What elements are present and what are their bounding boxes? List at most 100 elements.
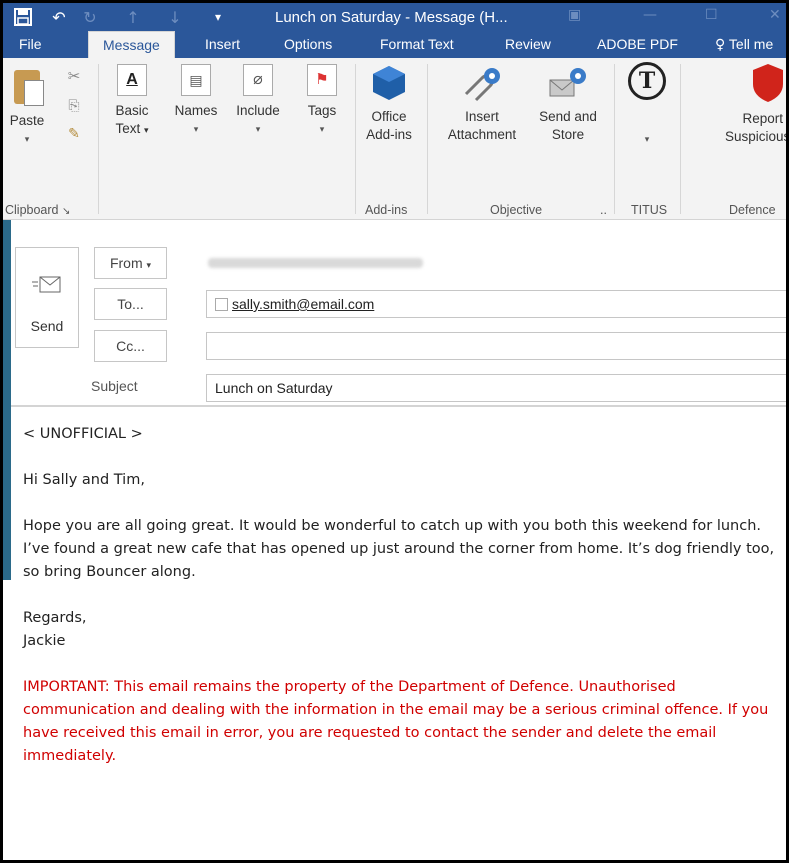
from-label: From (109, 255, 143, 271)
divider (614, 64, 615, 214)
lightbulb-icon: ♀ (715, 37, 726, 53)
send-and-store-button[interactable]: Send and Store (531, 64, 605, 144)
greeting: Hi Sally and Tim, (23, 472, 145, 488)
divider (98, 64, 99, 214)
dialog-launcher-icon[interactable]: .. (600, 203, 607, 217)
names-label: Names (174, 103, 218, 118)
insert-attachment-button[interactable]: Insert Attachment (435, 64, 529, 144)
minimize-icon[interactable]: — (643, 7, 657, 23)
tags-button[interactable]: ⚑ Tags ▾ (299, 64, 345, 138)
restore-icon[interactable]: ▣ (568, 7, 581, 23)
ribbon-tabs: File Message Insert Options Format Text … (3, 31, 786, 58)
chevron-down-icon: ▾ (319, 124, 325, 134)
group-clipboard: Clipboard ↘ (5, 203, 70, 217)
redo-icon[interactable]: ↻ (80, 7, 100, 27)
tab-message[interactable]: Message (88, 31, 175, 58)
message-body[interactable]: < UNOFFICIAL > Hi Sally and Tim, Hope yo… (23, 423, 778, 791)
divider (355, 64, 356, 214)
send-button[interactable]: Send (15, 247, 79, 348)
group-titus-label: TITUS (631, 203, 668, 217)
cc-field[interactable] (206, 332, 786, 360)
maximize-icon[interactable]: ☐ (705, 7, 718, 23)
body-divider (11, 405, 786, 407)
cc-button[interactable]: Cc... (94, 330, 167, 362)
customize-icon[interactable]: ▾ (208, 7, 228, 27)
sender-name: Jackie (23, 633, 66, 649)
paste-label: Paste (9, 113, 45, 128)
office-addins-label-1: Office (371, 109, 407, 124)
tags-label: Tags (307, 103, 337, 118)
from-button[interactable]: From ▾ (94, 247, 167, 279)
subject-field[interactable]: Lunch on Saturday (206, 374, 786, 402)
divider (427, 64, 428, 214)
tab-insert[interactable]: Insert (205, 31, 240, 58)
chevron-down-icon: ▾ (146, 260, 152, 270)
undo-icon[interactable]: ↶ (49, 7, 69, 27)
tab-review[interactable]: Review (505, 31, 551, 58)
outlook-window: ↶ ↻ ↑ ↓ ▾ Lunch on Saturday - Message (H… (3, 3, 786, 860)
subject-label: Subject (91, 378, 138, 394)
send-store-gear-icon (546, 64, 590, 102)
save-icon[interactable] (13, 7, 33, 27)
close-icon[interactable]: ✕ (769, 7, 781, 23)
basic-text-label-2: Text (115, 121, 141, 136)
group-objective-label: Objective (490, 203, 543, 217)
classification-marking: < UNOFFICIAL > (23, 426, 143, 442)
tab-adobe-pdf[interactable]: ADOBE PDF (597, 31, 678, 58)
send-and-store-label-1: Send and (539, 109, 597, 124)
font-color-icon: A (117, 64, 147, 96)
disclaimer: IMPORTANT: This email remains the proper… (23, 679, 769, 764)
group-clipboard-label: Clipboard (5, 203, 59, 217)
title-bar: ↶ ↻ ↑ ↓ ▾ Lunch on Saturday - Message (H… (3, 3, 786, 58)
window-title: Lunch on Saturday - Message (H... (275, 9, 508, 26)
office-addins-label-2: Add-ins (366, 127, 412, 142)
paste-button[interactable]: Paste ▾ (7, 66, 47, 148)
copy-icon[interactable]: ⎘ (63, 96, 85, 114)
titus-icon: T (628, 62, 666, 100)
names-button[interactable]: ▤ Names ▾ (169, 64, 223, 138)
send-label: Send (30, 318, 64, 334)
to-field[interactable]: sally.smith@email.com (206, 290, 786, 318)
up-icon[interactable]: ↑ (123, 7, 143, 27)
chevron-down-icon: ▾ (144, 125, 149, 135)
chevron-down-icon: ▾ (24, 134, 30, 144)
send-icon (32, 274, 62, 296)
include-button[interactable]: ⌀ Include ▾ (229, 64, 287, 138)
tab-format-text[interactable]: Format Text (380, 31, 454, 58)
report-label-2: Suspicious E (724, 129, 786, 144)
signoff: Regards, (23, 610, 87, 626)
report-suspicious-button[interactable]: Report Suspicious E (693, 62, 786, 146)
compose-header: Send From ▾ To... sally.smith@email.com … (3, 220, 786, 580)
office-addins-icon (371, 64, 407, 102)
cut-icon[interactable]: ✂ (63, 68, 85, 86)
include-label: Include (236, 103, 280, 118)
titus-button[interactable]: T ▾ (623, 62, 671, 148)
left-accent-bar (3, 220, 11, 580)
basic-text-button[interactable]: A Basic Text ▾ (107, 64, 157, 139)
from-address-redacted (208, 258, 423, 268)
down-icon[interactable]: ↓ (165, 7, 185, 27)
report-label-1: Report (742, 111, 783, 126)
paperclip-icon: ⌀ (243, 64, 273, 96)
divider (680, 64, 681, 214)
to-button[interactable]: To... (94, 288, 167, 320)
tab-file[interactable]: File (19, 31, 42, 58)
dialog-launcher-icon[interactable]: ↘ (62, 206, 70, 217)
tab-tell-me[interactable]: ♀ Tell me (715, 31, 773, 58)
chevron-down-icon: ▾ (255, 124, 261, 134)
shield-icon (751, 62, 785, 104)
recipient-email[interactable]: sally.smith@email.com (232, 296, 374, 312)
body-paragraph: Hope you are all going great. It would b… (23, 518, 775, 580)
recipient-checkbox[interactable] (215, 298, 228, 311)
format-painter-icon[interactable]: ✎ (63, 124, 85, 142)
insert-attachment-label-2: Attachment (447, 127, 517, 142)
paste-icon (10, 66, 44, 106)
attachment-gear-icon (460, 64, 504, 102)
send-and-store-label-2: Store (551, 127, 585, 142)
insert-attachment-label-1: Insert (465, 109, 499, 124)
tab-options[interactable]: Options (284, 31, 332, 58)
chevron-down-icon: ▾ (644, 134, 650, 144)
chevron-down-icon: ▾ (193, 124, 199, 134)
office-addins-button[interactable]: Office Add-ins (359, 64, 419, 144)
address-book-icon: ▤ (181, 64, 211, 96)
